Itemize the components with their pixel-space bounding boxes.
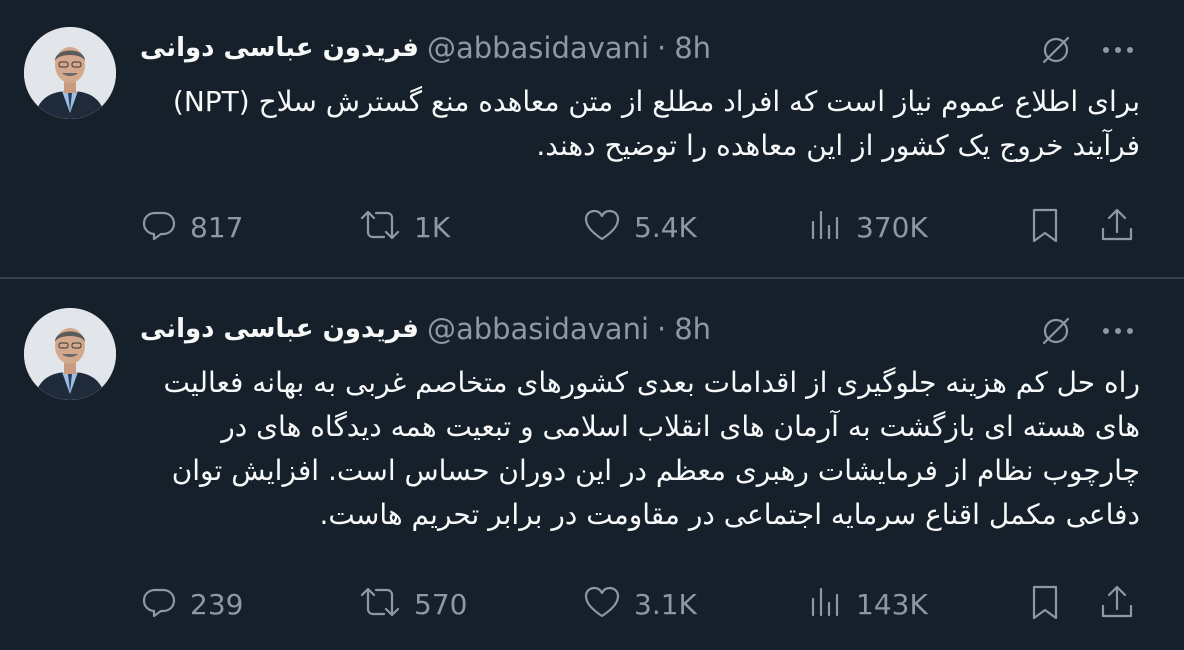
- more-icon[interactable]: [1096, 30, 1140, 70]
- share-button[interactable]: [1098, 582, 1136, 626]
- grok-icon[interactable]: [1036, 311, 1076, 351]
- grok-icon[interactable]: [1036, 30, 1076, 70]
- tweet[interactable]: فریدون عباسی دوانی @abbasidavani · 8h بر…: [0, 0, 1184, 277]
- reply-icon: [140, 206, 178, 248]
- like-button[interactable]: 3.1K: [582, 582, 697, 626]
- bookmark-button[interactable]: [1026, 582, 1064, 626]
- action-bar: 239 570 3.1K 143K: [140, 582, 1150, 626]
- timestamp[interactable]: 8h: [674, 31, 711, 65]
- tweet-text: برای اطلاع عموم نیاز است که افراد مطلع ا…: [172, 85, 1140, 162]
- share-icon: [1098, 582, 1136, 626]
- share-icon: [1098, 205, 1136, 249]
- bookmark-icon: [1026, 582, 1064, 626]
- reply-button[interactable]: 817: [140, 205, 243, 249]
- like-count: 5.4K: [634, 210, 697, 244]
- avatar[interactable]: [24, 27, 116, 119]
- bookmark-button[interactable]: [1026, 205, 1064, 249]
- heart-icon: [582, 583, 622, 625]
- views-icon: [806, 583, 844, 625]
- handle[interactable]: @abbasidavani: [427, 312, 649, 346]
- reply-count: 239: [190, 587, 244, 621]
- bookmark-icon: [1026, 205, 1064, 249]
- views-count: 370K: [856, 210, 928, 244]
- views-button[interactable]: 143K: [806, 582, 928, 626]
- repost-button[interactable]: 570: [358, 582, 467, 626]
- separator: ·: [657, 312, 667, 346]
- tweet-text: راه حل کم هزینه جلوگیری از اقدامات بعدی …: [163, 366, 1141, 531]
- like-count: 3.1K: [634, 587, 697, 621]
- share-button[interactable]: [1098, 205, 1136, 249]
- handle[interactable]: @abbasidavani: [427, 31, 649, 65]
- tweet-header: فریدون عباسی دوانی @abbasidavani · 8h: [140, 309, 711, 349]
- views-button[interactable]: 370K: [806, 205, 928, 249]
- reply-count: 817: [190, 210, 244, 244]
- repost-button[interactable]: 1K: [358, 205, 450, 249]
- heart-icon: [582, 206, 622, 248]
- like-button[interactable]: 5.4K: [582, 205, 697, 249]
- tweet[interactable]: فریدون عباسی دوانی @abbasidavani · 8h را…: [0, 279, 1184, 650]
- action-bar: 817 1K 5.4K 370K: [140, 205, 1150, 249]
- repost-count: 570: [414, 587, 468, 621]
- reply-button[interactable]: 239: [140, 582, 243, 626]
- display-name[interactable]: فریدون عباسی دوانی: [140, 33, 419, 63]
- separator: ·: [657, 31, 667, 65]
- views-icon: [806, 206, 844, 248]
- reply-icon: [140, 583, 178, 625]
- repost-icon: [358, 206, 402, 248]
- tweet-header: فریدون عباسی دوانی @abbasidavani · 8h: [140, 28, 711, 68]
- repost-icon: [358, 583, 402, 625]
- repost-count: 1K: [414, 210, 451, 244]
- avatar[interactable]: [24, 308, 116, 400]
- views-count: 143K: [856, 587, 928, 621]
- timestamp[interactable]: 8h: [674, 312, 711, 346]
- display-name[interactable]: فریدون عباسی دوانی: [140, 314, 419, 344]
- more-icon[interactable]: [1096, 311, 1140, 351]
